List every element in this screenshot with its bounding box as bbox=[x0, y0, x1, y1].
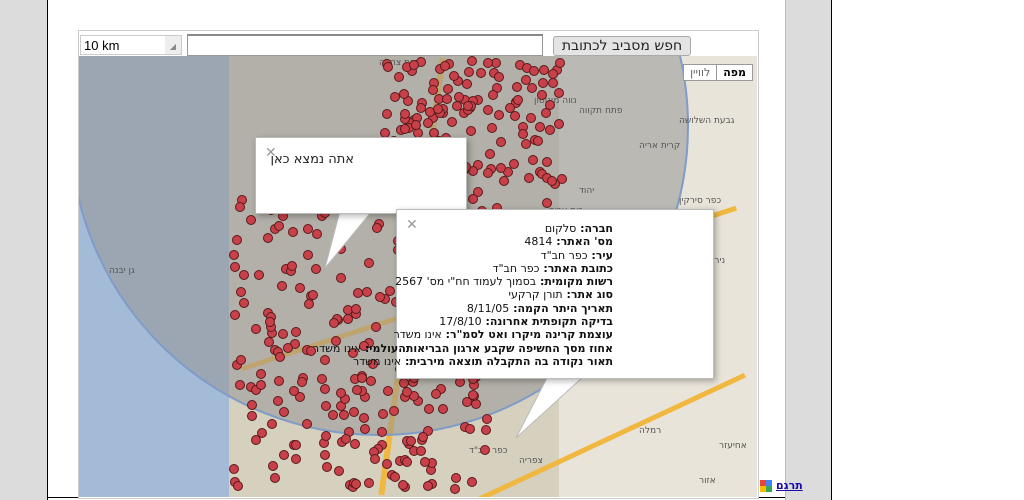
site-info-list: חברה: סלקום מס' האתר: 4814 עיר: כפר חב"ד כת… bbox=[313, 222, 613, 368]
info-value: סלקום bbox=[544, 222, 577, 235]
info-row: מס' האתר: 4814 bbox=[313, 235, 613, 248]
info-row: עיר: כפר חב"ד bbox=[313, 249, 613, 262]
info-row: כתובת האתר: כפר חב"ד bbox=[313, 262, 613, 275]
info-row: עוצמת קרינה מיקרו ואט לסמ"ר: אינו משדר bbox=[313, 328, 613, 341]
info-key: תאריך היתר הקמה: bbox=[509, 301, 613, 315]
info-value: אינו משדר bbox=[352, 354, 402, 368]
info-key: חברה: bbox=[576, 222, 613, 235]
you-are-here-text: אתה נמצא כאן bbox=[270, 152, 354, 167]
info-value: אינו משדר bbox=[312, 341, 362, 355]
info-key: בדיקה תקופתית אחרונה: bbox=[481, 315, 613, 329]
info-key: סוג אתר: bbox=[562, 288, 613, 302]
info-value: 4814 bbox=[524, 235, 553, 249]
info-row: בדיקה תקופתית אחרונה: 17/8/10 bbox=[313, 315, 613, 328]
info-value: כפר חב"ד bbox=[540, 248, 588, 262]
translate-widget: תרגם bbox=[760, 479, 803, 492]
info-row: תאור נקודה בה התקבלה תוצאה מירבית: אינו … bbox=[313, 355, 613, 368]
info-value: בסמוך לעמוד חח"י מס' 2567 bbox=[395, 275, 537, 289]
info-key: תאור נקודה בה התקבלה תוצאה מירבית: bbox=[401, 354, 613, 368]
info-row: אחוז מסך החשיפה שקבע ארגון הבריאותהעולמי… bbox=[313, 342, 613, 355]
info-value: 17/8/10 bbox=[439, 315, 482, 329]
info-row: חברה: סלקום bbox=[313, 222, 613, 235]
info-key: עיר: bbox=[587, 248, 613, 262]
info-value: אינו משדר bbox=[393, 328, 442, 342]
info-row: סוג אתר: תורן קרקעי bbox=[313, 288, 613, 301]
you-are-here-bubble: ✕ אתה נמצא כאן bbox=[255, 137, 467, 214]
info-key: עוצמת קרינה מיקרו ואט לסמ"ר: bbox=[441, 328, 613, 342]
info-row: רשות מקומית: בסמוך לעמוד חח"י מס' 2567 bbox=[313, 275, 613, 288]
google-translate-icon bbox=[760, 479, 772, 492]
info-value: תורן קרקעי bbox=[508, 288, 563, 302]
info-row: תאריך היתר הקמה: 8/11/05 bbox=[313, 302, 613, 315]
info-key: רשות מקומית: bbox=[536, 275, 613, 289]
info-key: כתובת האתר: bbox=[539, 261, 613, 275]
info-tail bbox=[515, 375, 586, 439]
info-value: 8/11/05 bbox=[466, 301, 510, 315]
info-key: אחוז מסך החשיפה שקבע ארגון הבריאותהעולמי… bbox=[361, 341, 613, 355]
info-key: מס' האתר: bbox=[552, 235, 613, 249]
site-info-bubble: ✕ חברה: סלקום מס' האתר: 4814 עיר: כפר חב"ד… bbox=[313, 209, 714, 379]
translate-link[interactable]: תרגם bbox=[776, 479, 803, 492]
info-value: כפר חב"ד bbox=[492, 261, 540, 275]
